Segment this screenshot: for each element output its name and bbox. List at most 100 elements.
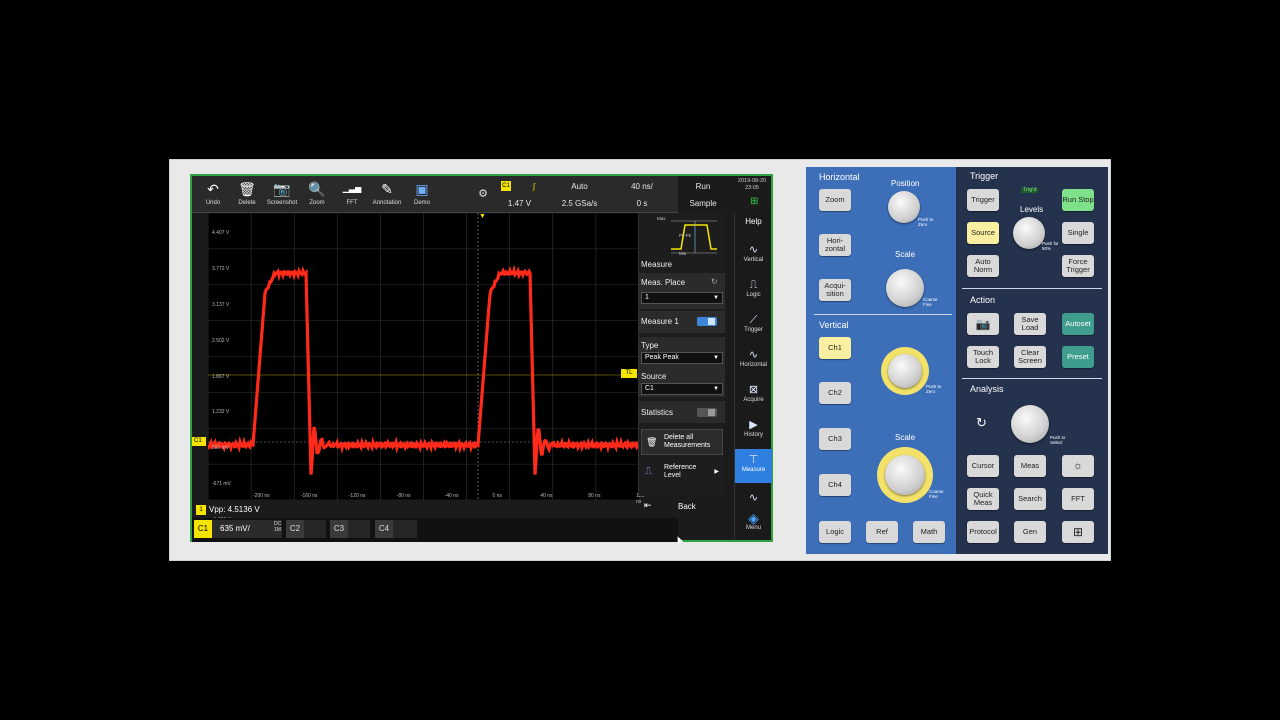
side-item-acquire[interactable]: ⊠ Acquire — [735, 383, 772, 403]
undo-button[interactable]: ↶ Undo — [196, 178, 230, 212]
x-axis-label: -40 ns — [444, 493, 459, 499]
run-stop-hw-button[interactable]: Run Stop — [1062, 189, 1094, 211]
source-dropdown[interactable]: C1 ▼ — [641, 383, 723, 395]
side-item-trigger[interactable]: ⟋ Trigger — [735, 313, 772, 333]
channel-tab-c1[interactable]: C1 — [194, 520, 212, 538]
demo-button[interactable]: ▣ Demo — [405, 178, 439, 212]
zoom-button[interactable]: 🔍 Zoom — [300, 178, 334, 212]
levels-label: Levels — [1020, 205, 1044, 214]
force-trigger-hw-button[interactable]: Force Trigger — [1062, 255, 1094, 277]
reference-level-button[interactable]: ⎍ Reference Level ▶ — [641, 459, 723, 485]
clear-screen-hw-button[interactable]: Clear Screen — [1014, 346, 1046, 368]
trigger-source-chip[interactable]: C1 — [501, 181, 511, 191]
gear-icon[interactable]: ⚙ — [477, 188, 489, 200]
screenshot-button[interactable]: 📷 Screenshot — [265, 178, 299, 212]
horizontal-hw-button[interactable]: Hori-zontal — [819, 234, 851, 256]
acquisition-mode[interactable]: Sample — [679, 196, 727, 212]
timebase[interactable]: 40 ns/ — [617, 179, 667, 195]
autoset-hw-button[interactable]: Autoset — [1062, 313, 1094, 335]
ch3-hw-button[interactable]: Ch3 — [819, 428, 851, 450]
channel-c3-slot[interactable] — [348, 520, 370, 538]
sample-rate[interactable]: 2.5 GSa/s — [552, 196, 607, 212]
back-button[interactable]: ⇤ Back — [638, 496, 724, 518]
trigger-level[interactable]: 1.47 V — [497, 196, 542, 212]
meas-place-dropdown[interactable]: 1 ▼ — [641, 292, 723, 304]
undo-icon[interactable]: ↻ — [976, 415, 987, 431]
navigation-knob[interactable] — [1011, 405, 1049, 443]
run-state[interactable]: Run — [679, 179, 727, 195]
side-item-sine[interactable]: ∿ — [735, 491, 772, 505]
save-load-hw-button[interactable]: Save Load — [1014, 313, 1046, 335]
channel-tab-c3[interactable]: C3 — [330, 520, 348, 538]
cursor-hw-button[interactable]: Cursor — [967, 455, 999, 477]
logic-hw-button[interactable]: Logic — [819, 521, 851, 543]
trigger-level-knob[interactable] — [1013, 217, 1045, 249]
brightness-hw-button[interactable]: ☼ — [1062, 455, 1094, 477]
channel-c4-slot[interactable] — [393, 520, 417, 538]
preset-hw-button[interactable]: Preset — [1062, 346, 1094, 368]
trash-icon: 🗑 — [646, 437, 658, 447]
meas-hw-button[interactable]: Meas — [1014, 455, 1046, 477]
trigger-hw-button[interactable]: Trigger — [967, 189, 999, 211]
statistics-toggle[interactable] — [697, 408, 717, 417]
measure-panel: Max Pk-Pk Min Measure Meas. Place ↻ 1 ▼ M… — [638, 213, 725, 496]
screenshot-hw-button[interactable]: 📷 — [967, 313, 999, 335]
delete-all-measurements-button[interactable]: 🗑 Delete all Measurements — [641, 429, 723, 455]
measure1-toggle[interactable] — [697, 317, 717, 326]
horizontal-position[interactable]: 0 s — [617, 196, 667, 212]
annotation-button[interactable]: ✎ Annotation — [370, 178, 404, 212]
type-label: Type — [641, 341, 659, 350]
touch-lock-hw-button[interactable]: Touch Lock — [967, 346, 999, 368]
fft-button[interactable]: ▁▃▅ FFT — [335, 178, 369, 212]
help-button[interactable]: Help — [735, 217, 772, 226]
gen-hw-button[interactable]: Gen — [1014, 521, 1046, 543]
ch1-hw-button[interactable]: Ch1 — [819, 337, 851, 359]
trigger-mode[interactable]: Auto — [557, 179, 602, 195]
trigger-level-marker[interactable]: TL — [621, 369, 637, 378]
side-item-measure[interactable]: ⊤ Measure — [735, 449, 772, 483]
trigger-position-marker[interactable]: ▼ — [479, 213, 486, 220]
horizontal-scale-knob[interactable] — [886, 269, 924, 307]
analysis-section-title: Analysis — [970, 384, 1004, 394]
single-hw-button[interactable]: Single — [1062, 222, 1094, 244]
zoom-hw-button[interactable]: Zoom — [819, 189, 851, 211]
auto-norm-hw-button[interactable]: Auto Norm — [967, 255, 999, 277]
measure-panel-title: Measure — [641, 260, 673, 269]
ch2-hw-button[interactable]: Ch2 — [819, 382, 851, 404]
trigger-slope[interactable]: ∫ — [519, 179, 549, 195]
channel-offset-marker[interactable]: C1 — [192, 437, 206, 446]
type-dropdown[interactable]: Peak Peak ▼ — [641, 352, 723, 364]
trigd-indicator: Trig'd — [1021, 187, 1039, 193]
vertical-scale-label: Scale — [895, 433, 916, 442]
side-item-menu[interactable]: ◈ Menu — [735, 511, 772, 531]
channel-tab-c4[interactable]: C4 — [375, 520, 393, 538]
vertical-position-knob[interactable] — [888, 354, 922, 388]
vertical-scale-knob[interactable] — [885, 455, 925, 495]
delete-label: Delete — [238, 200, 256, 206]
channel-c1-scale[interactable]: 635 mV/ — [212, 520, 282, 538]
protocol-hw-button[interactable]: Protocol — [967, 521, 999, 543]
apps-hw-button[interactable]: ⊞ — [1062, 521, 1094, 543]
quick-meas-hw-button[interactable]: Quick Meas — [967, 488, 999, 510]
side-item-horizontal[interactable]: ∿ Horizontal — [735, 348, 772, 368]
coarse-fine-label-v: Coarse Fine — [929, 489, 944, 499]
fft-hw-button[interactable]: FFT — [1062, 488, 1094, 510]
source-hw-button[interactable]: Source — [967, 222, 999, 244]
waveform-display[interactable]: 4.407 V 3.772 V 3.137 V 2.502 V 1.867 V 1.232… — [208, 213, 644, 523]
side-item-logic[interactable]: ⎍ Logic — [735, 278, 772, 298]
position-knob[interactable] — [888, 191, 920, 223]
ref-hw-button[interactable]: Ref — [866, 521, 898, 543]
side-item-vertical[interactable]: ∿ Vertical — [735, 243, 772, 263]
demo-icon: ▣ — [415, 181, 429, 197]
channel-tab-c2[interactable]: C2 — [286, 520, 304, 538]
side-item-history[interactable]: ▶ History — [735, 418, 772, 438]
channel-c2-slot[interactable] — [304, 520, 326, 538]
delete-button[interactable]: 🗑 Delete — [230, 178, 264, 212]
ch4-hw-button[interactable]: Ch4 — [819, 474, 851, 496]
search-hw-button[interactable]: Search — [1014, 488, 1046, 510]
y-axis-label: 3.772 V — [212, 265, 230, 272]
math-hw-button[interactable]: Math — [913, 521, 945, 543]
acquisition-hw-button[interactable]: Acqui-sition — [819, 279, 851, 301]
refresh-icon[interactable]: ↻ — [711, 277, 718, 286]
chevron-down-icon: ▼ — [713, 386, 719, 392]
